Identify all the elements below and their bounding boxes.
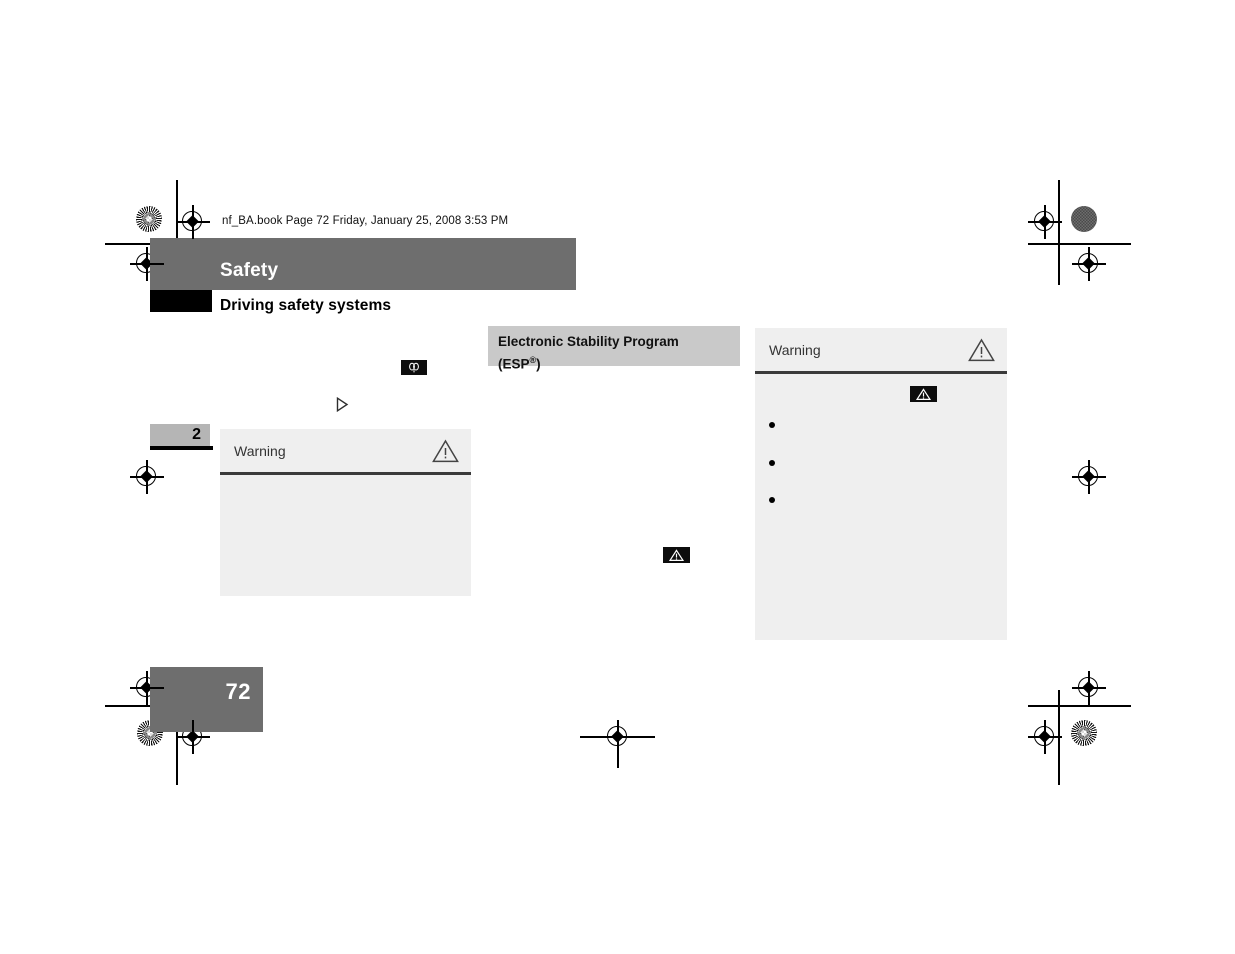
triangle-right-marker-icon (336, 396, 349, 417)
registration-crosshair-mark (1028, 205, 1062, 239)
registration-crosshair-mark (1072, 247, 1106, 281)
section-heading-line-2: (ESP®) (498, 351, 730, 374)
esp-suffix: ) (536, 356, 541, 372)
crop-mark-line (1028, 705, 1131, 707)
indicator-lamp-badge-icon (401, 360, 427, 375)
page-title: Safety (220, 260, 279, 281)
warning-triangle-badge-icon (910, 386, 937, 402)
crop-mark-line (1028, 243, 1131, 245)
registration-crosshair-mark (130, 460, 164, 494)
list-item (769, 460, 775, 466)
list-item (769, 497, 775, 503)
warning-triangle-badge-icon (663, 547, 690, 563)
registration-crosshair-mark (1072, 460, 1106, 494)
registration-crosshair-mark (176, 205, 210, 239)
registration-halftone-star-mark (1071, 720, 1097, 746)
warning-box-header: Warning (220, 429, 471, 472)
warning-body (755, 374, 1007, 639)
list-item (769, 422, 775, 428)
chapter-tab-number: 2 (192, 426, 201, 443)
chapter-tab-2[interactable]: 2 (150, 424, 210, 446)
warning-title: Warning (234, 442, 286, 459)
registration-halftone-star-mark (136, 206, 162, 232)
section-heading-esp: Electronic Stability Program (ESP®) (488, 326, 740, 372)
manual-page: nf_BA.book Page 72 Friday, January 25, 2… (0, 0, 1235, 954)
registration-crosshair-mark (601, 720, 635, 754)
page-number: 72 (225, 679, 251, 704)
section-subtitle: Driving safety systems (220, 297, 392, 314)
registration-crosshair-mark (1028, 720, 1062, 754)
warning-triangle-icon (432, 439, 459, 463)
chapter-tab-rule (150, 446, 213, 450)
warning-box-right: Warning (755, 328, 1007, 640)
page-number-block: 72 (150, 667, 263, 732)
chapter-header-band: Safety (150, 238, 576, 290)
warning-title: Warning (769, 341, 821, 358)
section-heading-line-1: Electronic Stability Program (498, 334, 679, 349)
registration-crosshair-mark (1072, 671, 1106, 705)
registration-halftone-solid-mark (1071, 206, 1097, 232)
esp-prefix: (ESP (498, 356, 530, 372)
warning-box-header: Warning (755, 328, 1007, 371)
file-stamp: nf_BA.book Page 72 Friday, January 25, 2… (222, 215, 509, 227)
subtitle-black-block (150, 290, 212, 312)
warning-box-left: Warning (220, 429, 471, 596)
warning-body (220, 475, 471, 595)
warning-triangle-icon (968, 338, 995, 362)
